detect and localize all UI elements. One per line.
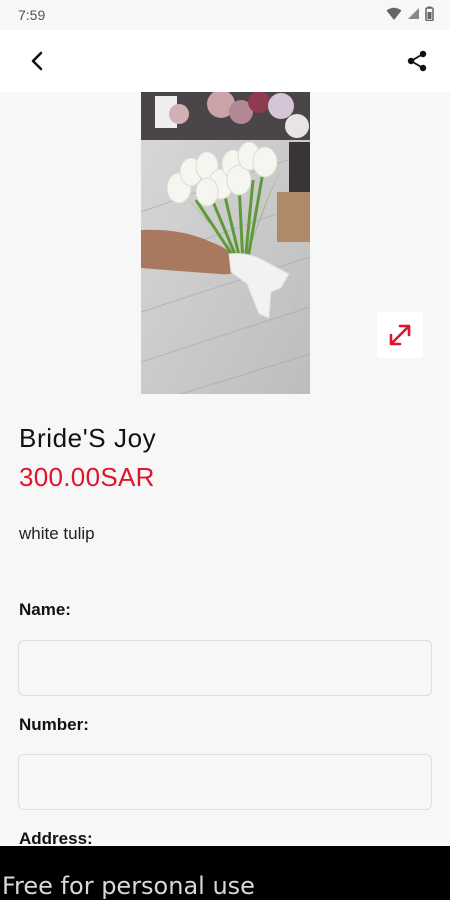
product-name: Bride'S Joy — [19, 423, 157, 453]
name-field[interactable] — [18, 640, 432, 696]
product-image[interactable] — [141, 92, 310, 394]
status-time: 7:59 — [18, 7, 46, 23]
battery-icon — [425, 6, 434, 24]
status-icons — [386, 6, 434, 24]
signal-icon — [407, 7, 420, 23]
share-icon[interactable] — [402, 46, 432, 76]
status-bar: 7:59 — [0, 0, 450, 30]
app-bar — [0, 30, 450, 92]
back-arrow-icon[interactable] — [22, 46, 52, 76]
product-price: 300.00SAR — [19, 462, 155, 492]
expand-icon[interactable] — [377, 312, 423, 358]
wifi-icon — [386, 7, 402, 24]
watermark-banner: Free for personal use — [0, 846, 450, 900]
bouquet-illustration — [141, 92, 310, 394]
number-label: Number: — [19, 715, 89, 734]
product-description: white tulip — [19, 524, 95, 543]
name-label: Name: — [19, 600, 71, 619]
number-field[interactable] — [18, 754, 432, 810]
product-detail-screen: 7:59 Bride'S Joy 300.00SAR white tulip N… — [0, 0, 450, 900]
